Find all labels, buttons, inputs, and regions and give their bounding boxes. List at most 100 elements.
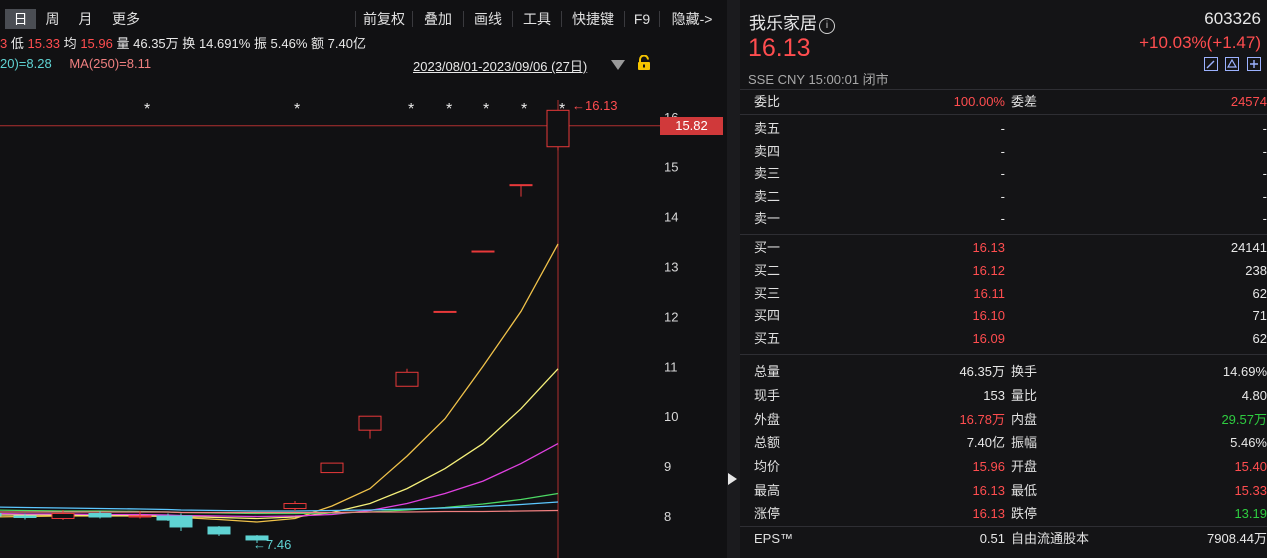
candle[interactable] (320, 462, 344, 474)
divider (740, 234, 1267, 235)
order-volume: - (1262, 144, 1267, 159)
quote-panel: 我乐家居 i 603326 16.13 +10.03%(+1.47) SSE CN… (740, 0, 1267, 558)
adjust-price-button[interactable]: 前复权 (357, 9, 411, 29)
order-volume: - (1262, 166, 1267, 181)
candle-body (283, 503, 307, 510)
candle-body (546, 109, 570, 148)
ma-line-1 (0, 243, 559, 523)
low-value: 15.33 (27, 36, 61, 51)
period-day-button[interactable]: 日 (5, 9, 36, 29)
ma-legend: 20)=8.28 MA(250)=8.11 (0, 56, 151, 74)
sell-row: 卖五 - - (740, 118, 1267, 140)
divider (740, 114, 1267, 115)
stat-value: 7908.44万 (1207, 531, 1267, 546)
info-icon[interactable]: i (819, 18, 835, 34)
stat-label: 自由流通股本 (1011, 531, 1090, 546)
stat-label: 总量 (754, 364, 781, 379)
chart-toolbar: 日 周 月 更多 前复权 叠加 画线 工具 快捷键 F9 隐藏-> (0, 7, 727, 31)
candle[interactable] (283, 501, 307, 512)
hide-panel-button[interactable]: 隐藏-> (661, 9, 723, 29)
shortcuts-button[interactable]: 快捷键 (563, 9, 623, 29)
ma-line-3 (0, 443, 559, 518)
toolbar-divider (463, 11, 464, 27)
order-label: 买四 (754, 308, 781, 323)
order-volume: 238 (1245, 263, 1267, 278)
order-label: 卖五 (754, 121, 781, 136)
y-tick-label: 13 (664, 260, 678, 275)
candle-body (358, 415, 382, 431)
candle-body (169, 515, 193, 528)
stat-label: 均价 (754, 459, 781, 474)
candle[interactable] (395, 368, 419, 387)
collapse-arrow-icon[interactable] (728, 473, 737, 485)
stat-value: 0.51 (979, 531, 1005, 546)
order-volume: - (1262, 211, 1267, 226)
order-label: 卖三 (754, 166, 781, 181)
toolbar-divider (624, 11, 625, 27)
ohlc-info-line: 3 低 15.33 均 15.96 量 46.35万 换 14.691% 振 5… (0, 33, 366, 51)
draw-line-button[interactable]: 画线 (465, 9, 511, 29)
buy-row: 买五 16.09 62 (740, 328, 1267, 350)
turnover-label: 换 (182, 36, 196, 51)
stat-label: 现手 (754, 388, 781, 403)
stat-label: 最低 (1011, 483, 1038, 498)
period-more-button[interactable]: 更多 (104, 9, 148, 29)
candle[interactable] (207, 525, 231, 536)
order-label: 卖四 (754, 144, 781, 159)
avg-value: 15.96 (80, 36, 113, 51)
lock-icon[interactable] (637, 55, 651, 71)
stat-row: 现手 153 量比 4.80 (740, 385, 1267, 407)
candle-body (88, 513, 112, 518)
tools-button[interactable]: 工具 (514, 9, 560, 29)
chevron-down-icon[interactable] (611, 60, 625, 70)
overlay-button[interactable]: 叠加 (414, 9, 462, 29)
stat-row: 最高 16.13 最低 15.33 (740, 480, 1267, 502)
stat-label: 振幅 (1011, 435, 1038, 450)
order-label: 买二 (754, 263, 781, 278)
period-month-button[interactable]: 月 (70, 9, 101, 29)
high-price-marker: ←16.13 (572, 98, 618, 113)
divider (740, 526, 1267, 527)
turnover-value: 14.691% (198, 36, 251, 51)
weicha-value: 24574 (1230, 94, 1267, 109)
candle-body (320, 462, 344, 474)
candle[interactable] (509, 184, 533, 197)
toolbar-divider (412, 11, 413, 27)
stat-row: 总额 7.40亿 振幅 5.46% (740, 432, 1267, 454)
volume-label: 量 (116, 36, 130, 51)
candle[interactable] (433, 310, 457, 313)
candle[interactable] (546, 109, 570, 151)
order-volume: - (1262, 121, 1267, 136)
y-tick-label: 12 (664, 309, 678, 324)
stat-value: 16.78万 (959, 412, 1005, 427)
candle[interactable] (358, 415, 382, 439)
period-week-button[interactable]: 周 (37, 9, 68, 29)
ma-line-2 (0, 368, 559, 520)
order-price: 16.10 (972, 308, 1005, 323)
stat-value: 16.13 (972, 483, 1005, 498)
date-range-label[interactable]: 2023/08/01-2023/09/06 (27日) (413, 56, 587, 75)
add-icon[interactable] (1247, 57, 1261, 71)
toolbar-divider (512, 11, 513, 27)
ma250-legend: MA(250)=8.11 (69, 56, 152, 71)
star-marker: * (294, 101, 300, 118)
sell-row: 卖一 - - (740, 208, 1267, 230)
ma120-legend: 20)=8.28 (0, 56, 52, 71)
candle[interactable] (471, 250, 495, 253)
candle-body (509, 184, 533, 187)
f9-button[interactable]: F9 (626, 9, 658, 29)
edit-icon[interactable] (1203, 57, 1218, 71)
chart-panel[interactable]: 8910111213141516*******←16.13←7.46 日 周 月… (0, 0, 727, 558)
amount-value: 7.40亿 (327, 36, 366, 51)
stat-value: 5.46% (1230, 435, 1267, 450)
stat-label: 开盘 (1011, 459, 1038, 474)
candlestick-chart[interactable]: 8910111213141516*******←16.13←7.46 (0, 0, 727, 558)
stat-label: 外盘 (754, 412, 781, 427)
stat-row: 总量 46.35万 换手 14.69% (740, 361, 1267, 383)
exchange-status: SSE CNY 15:00:01 闭市 (748, 72, 889, 87)
candle[interactable] (169, 513, 193, 531)
candle-body (128, 515, 152, 518)
stat-value: 15.40 (1234, 459, 1267, 474)
ma-line-5 (0, 501, 559, 512)
alert-icon[interactable] (1225, 57, 1240, 71)
